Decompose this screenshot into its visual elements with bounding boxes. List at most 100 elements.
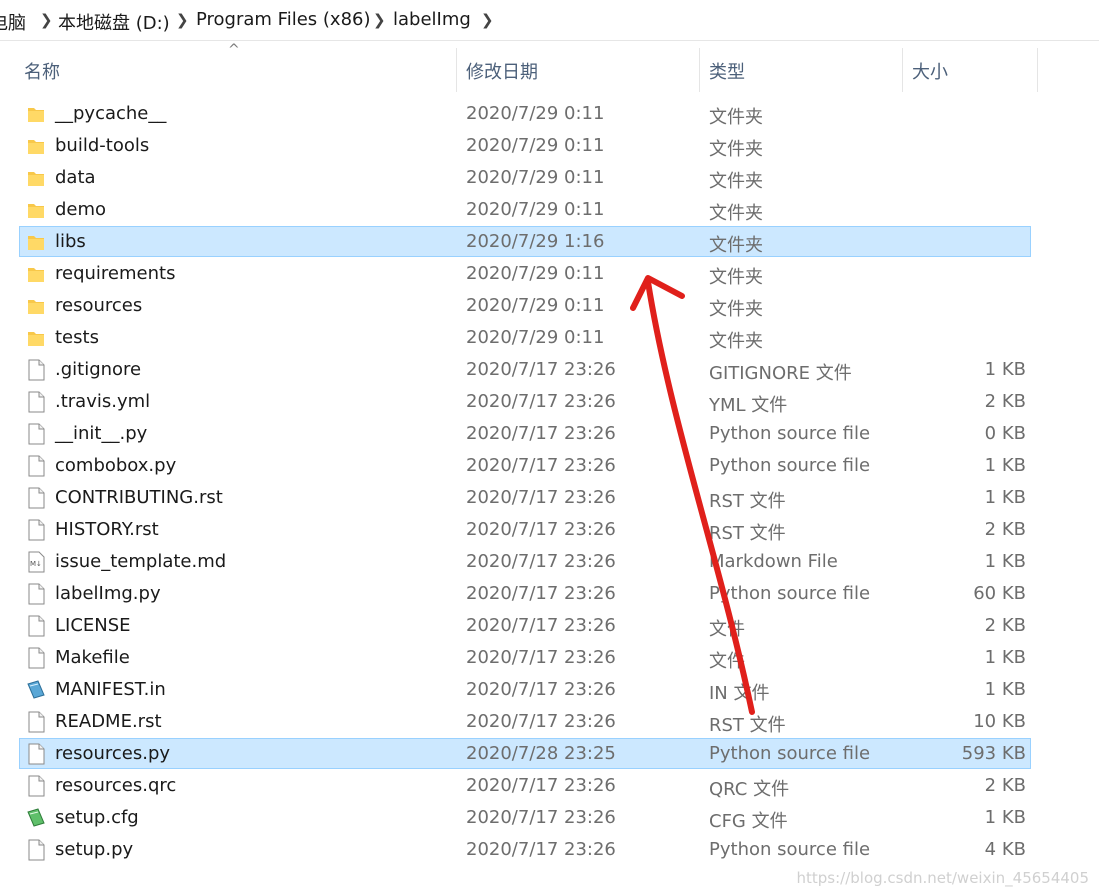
breadcrumb-item-program-files[interactable]: Program Files (x86) <box>196 9 371 30</box>
file-row[interactable]: HISTORY.rst 2020/7/17 23:26 RST 文件 2 KB <box>0 514 1099 546</box>
folder-icon <box>26 135 46 157</box>
file-row[interactable]: data 2020/7/29 0:11 文件夹 <box>0 162 1099 194</box>
column-header-type[interactable]: 类型 <box>709 58 745 84</box>
file-row[interactable]: build-tools 2020/7/29 0:11 文件夹 <box>0 130 1099 162</box>
file-type: 文件夹 <box>709 235 763 256</box>
file-modified-date: 2020/7/29 1:16 <box>466 231 605 252</box>
breadcrumb-item-labelimg[interactable]: labelImg <box>393 9 471 30</box>
file-icon <box>26 423 46 445</box>
folder-icon <box>26 327 46 349</box>
file-size: 1 KB <box>984 551 1026 572</box>
file-type: 文件夹 <box>709 299 763 320</box>
file-row[interactable]: resources.py 2020/7/28 23:25 Python source… <box>0 738 1099 770</box>
file-row[interactable]: README.rst 2020/7/17 23:26 RST 文件 10 KB <box>0 706 1099 738</box>
folder-icon <box>26 295 46 317</box>
file-name: combobox.py <box>55 455 177 476</box>
breadcrumb-item-drive[interactable]: 本地磁盘 (D:) <box>58 9 170 35</box>
file-modified-date: 2020/7/17 23:26 <box>466 839 616 860</box>
file-type: 文件夹 <box>709 107 763 128</box>
column-header-date[interactable]: 修改日期 <box>466 58 538 84</box>
file-type: Markdown File <box>709 551 838 572</box>
file-row[interactable]: .gitignore 2020/7/17 23:26 GITIGNORE 文件 1 K… <box>0 354 1099 386</box>
file-row[interactable]: combobox.py 2020/7/17 23:26 Python source … <box>0 450 1099 482</box>
file-modified-date: 2020/7/29 0:11 <box>466 135 605 156</box>
column-header-size[interactable]: 大小 <box>912 58 948 84</box>
file-row[interactable]: .travis.yml 2020/7/17 23:26 YML 文件 2 KB <box>0 386 1099 418</box>
file-size: 1 KB <box>984 679 1026 700</box>
file-row[interactable]: Makefile 2020/7/17 23:26 文件 1 KB <box>0 642 1099 674</box>
file-name: CONTRIBUTING.rst <box>55 487 223 508</box>
file-type: 文件夹 <box>709 139 763 160</box>
file-row[interactable]: resources 2020/7/29 0:11 文件夹 <box>0 290 1099 322</box>
column-resize-handle[interactable] <box>456 48 457 92</box>
file-name: resources <box>55 295 143 316</box>
file-type: QRC 文件 <box>709 779 790 800</box>
file-row[interactable]: M↓ issue_template.md 2020/7/17 23:26 Markdo… <box>0 546 1099 578</box>
file-type: GITIGNORE 文件 <box>709 363 852 384</box>
file-modified-date: 2020/7/17 23:26 <box>466 391 616 412</box>
file-row[interactable]: __init__.py 2020/7/17 23:26 Python source … <box>0 418 1099 450</box>
file-icon <box>26 775 46 797</box>
file-size: 2 KB <box>984 391 1026 412</box>
breadcrumb-separator-icon[interactable]: ❯ <box>176 11 189 29</box>
file-type: 文件夹 <box>709 203 763 224</box>
file-size: 1 KB <box>984 487 1026 508</box>
file-size: 1 KB <box>984 647 1026 668</box>
file-modified-date: 2020/7/17 23:26 <box>466 615 616 636</box>
file-name: __pycache__ <box>55 103 167 124</box>
file-size: 10 KB <box>973 711 1026 732</box>
file-type: Python source file <box>709 583 871 604</box>
breadcrumb-separator-icon[interactable]: ❯ <box>373 11 386 29</box>
breadcrumb-separator-icon[interactable]: ❯ <box>40 11 53 29</box>
file-row[interactable]: resources.qrc 2020/7/17 23:26 QRC 文件 2 KB <box>0 770 1099 802</box>
file-size: 2 KB <box>984 519 1026 540</box>
file-type: 文件夹 <box>709 331 763 352</box>
file-row[interactable]: setup.py 2020/7/17 23:26 Python source fil… <box>0 834 1099 866</box>
file-icon <box>26 455 46 477</box>
file-name: resources.qrc <box>55 775 177 796</box>
manifest-file-icon <box>26 679 46 701</box>
file-row[interactable]: labelImg.py 2020/7/17 23:26 Python source … <box>0 578 1099 610</box>
file-name: .travis.yml <box>55 391 151 412</box>
column-resize-handle[interactable] <box>902 48 903 92</box>
file-row[interactable]: __pycache__ 2020/7/29 0:11 文件夹 <box>0 98 1099 130</box>
file-icon <box>26 615 46 637</box>
folder-icon <box>26 263 46 285</box>
file-size: 4 KB <box>984 839 1026 860</box>
breadcrumb-separator-icon[interactable]: ❯ <box>481 11 494 29</box>
file-modified-date: 2020/7/29 0:11 <box>466 327 605 348</box>
file-icon <box>26 711 46 733</box>
file-name: README.rst <box>55 711 162 732</box>
file-row[interactable]: tests 2020/7/29 0:11 文件夹 <box>0 322 1099 354</box>
file-size: 593 KB <box>961 743 1026 764</box>
file-size: 2 KB <box>984 775 1026 796</box>
column-resize-handle[interactable] <box>1037 48 1038 92</box>
file-modified-date: 2020/7/17 23:26 <box>466 455 616 476</box>
file-icon <box>26 647 46 669</box>
file-type: Python source file <box>709 839 871 860</box>
file-size: 60 KB <box>973 583 1026 604</box>
file-icon <box>26 487 46 509</box>
file-row[interactable]: MANIFEST.in 2020/7/17 23:26 IN 文件 1 KB <box>0 674 1099 706</box>
breadcrumb-item-computer[interactable]: 电脑 <box>0 9 26 35</box>
address-bar-breadcrumb: 电脑 ❯ 本地磁盘 (D:) ❯ Program Files (x86) ❯ l… <box>0 0 1099 41</box>
file-name: __init__.py <box>55 423 148 444</box>
folder-icon <box>26 231 46 253</box>
folder-icon <box>26 103 46 125</box>
file-row[interactable]: LICENSE 2020/7/17 23:26 文件 2 KB <box>0 610 1099 642</box>
file-row[interactable]: libs 2020/7/29 1:16 文件夹 <box>0 226 1099 258</box>
column-header-name[interactable]: 名称 <box>24 58 60 84</box>
file-type: RST 文件 <box>709 491 786 512</box>
file-row[interactable]: demo 2020/7/29 0:11 文件夹 <box>0 194 1099 226</box>
column-resize-handle[interactable] <box>699 48 700 92</box>
file-size: 0 KB <box>984 423 1026 444</box>
file-name: libs <box>55 231 86 252</box>
file-row[interactable]: CONTRIBUTING.rst 2020/7/17 23:26 RST 文件 1 K… <box>0 482 1099 514</box>
file-type: Python source file <box>709 743 871 764</box>
file-name: LICENSE <box>55 615 131 636</box>
file-row[interactable]: requirements 2020/7/29 0:11 文件夹 <box>0 258 1099 290</box>
file-row[interactable]: setup.cfg 2020/7/17 23:26 CFG 文件 1 KB <box>0 802 1099 834</box>
file-modified-date: 2020/7/29 0:11 <box>466 103 605 124</box>
file-type: 文件夹 <box>709 171 763 192</box>
markdown-file-icon: M↓ <box>26 551 46 573</box>
